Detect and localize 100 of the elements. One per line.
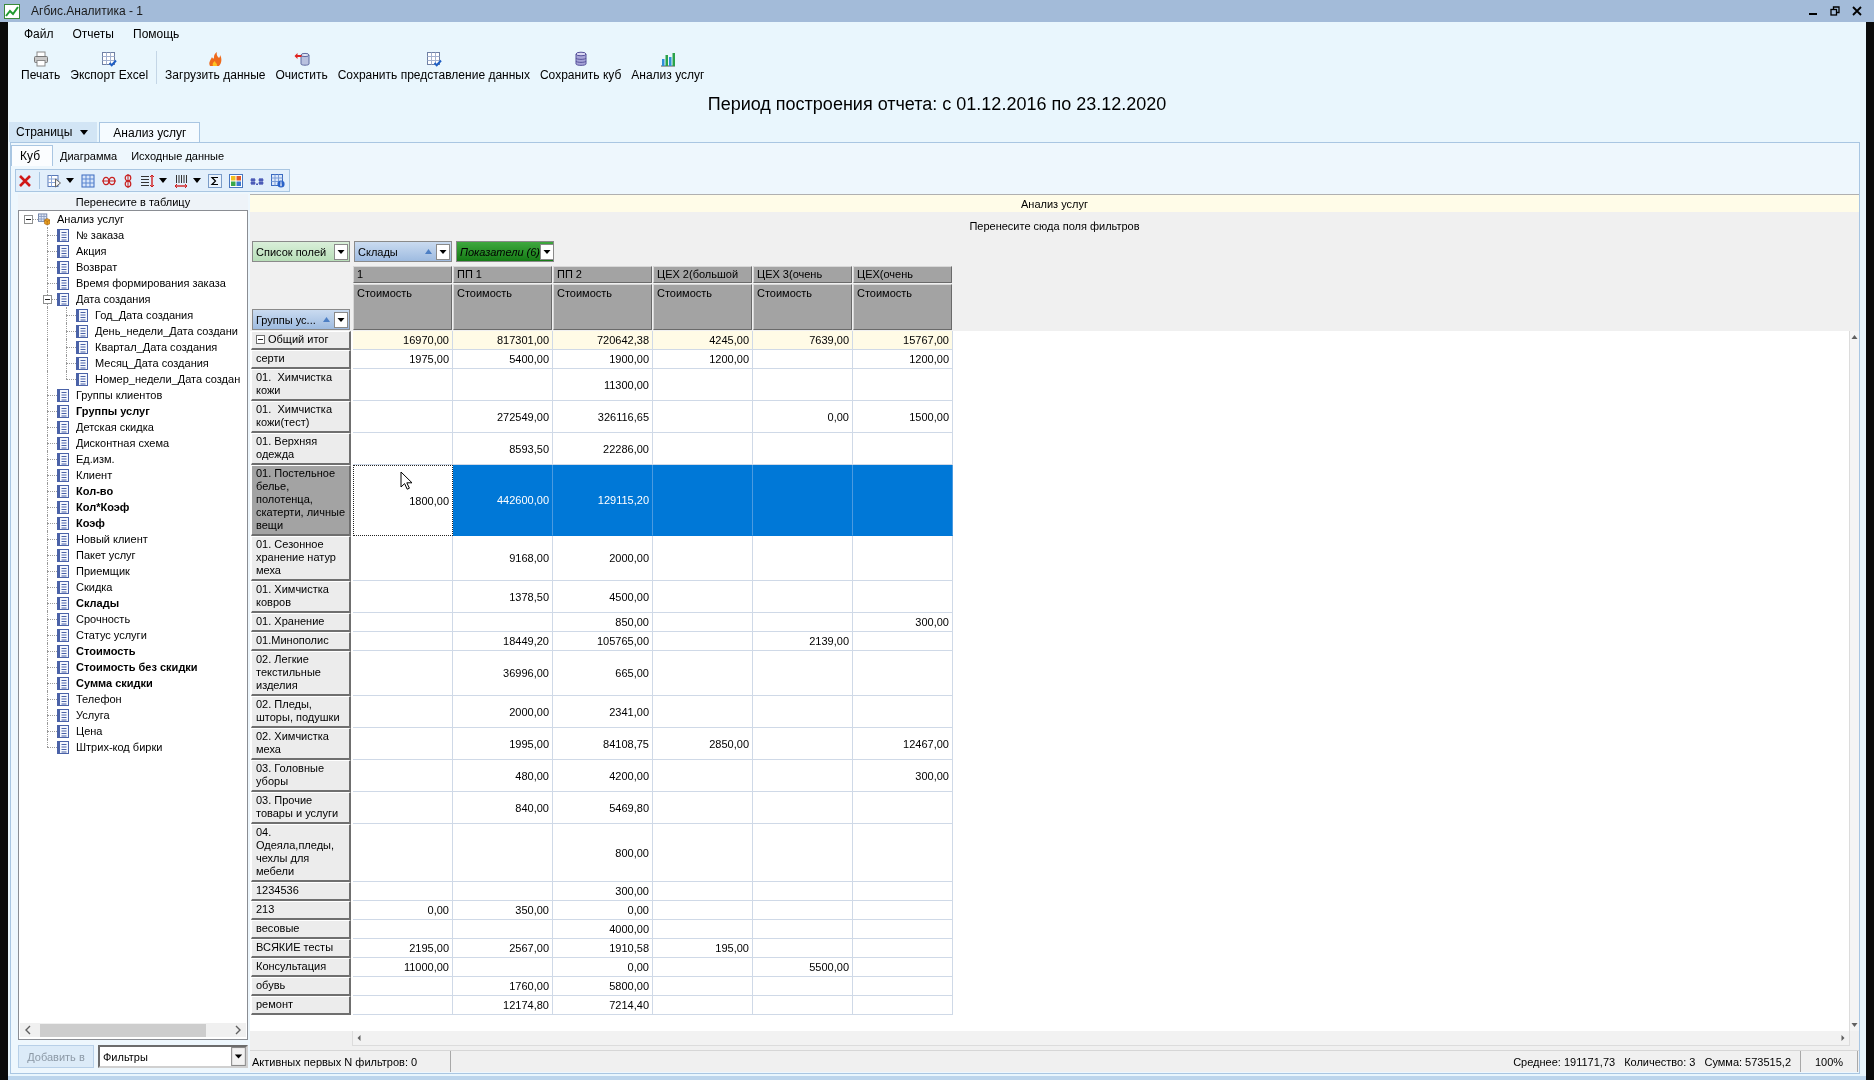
dropdown-icon[interactable] [231, 1047, 246, 1066]
document-icon [57, 484, 69, 498]
tree-item[interactable]: Телефон [76, 693, 122, 705]
table-cell: 1910,58 [553, 939, 653, 958]
tree-item[interactable]: Кол-во [76, 485, 114, 497]
scrollbar-thumb[interactable] [40, 1023, 206, 1037]
target-area-dropdown[interactable]: Фильтры [98, 1045, 248, 1068]
tree-item[interactable]: Стоимость без скидки [76, 661, 198, 673]
document-icon [76, 324, 88, 338]
caret-icon[interactable] [66, 178, 74, 183]
menu-item[interactable]: Отчеты [66, 27, 120, 41]
x-mark-icon[interactable] [18, 173, 32, 188]
document-icon [57, 292, 69, 306]
menu-item[interactable]: Файл [18, 27, 60, 41]
tree-item[interactable]: Статус услуги [76, 629, 147, 641]
tree-item[interactable]: Цена [76, 725, 103, 737]
sigma-icon[interactable] [208, 173, 222, 188]
report-period-title: Период построения отчета: с 01.12.2016 по 23.12.2020 [707, 94, 1167, 115]
table-cell: 350,00 [453, 901, 553, 920]
tree-item[interactable]: Дата создания [76, 293, 151, 305]
split-circles-icon[interactable] [123, 173, 133, 188]
table-cell: 18449,20 [453, 632, 553, 651]
tree-item[interactable]: День_недели_Дата создани [95, 325, 238, 337]
tree-item[interactable]: Срочность [76, 613, 131, 625]
dropdown-icon[interactable] [436, 243, 450, 260]
page-tab[interactable]: Анализ услуг [99, 122, 201, 142]
field-button[interactable]: Список полей [252, 241, 350, 262]
tree-item[interactable]: Год_Дата создания [95, 309, 194, 321]
tree-item[interactable]: Анализ услуг [57, 213, 124, 225]
row-header: 01. Верхняя одежда [251, 433, 351, 465]
tree-item[interactable]: Скидка [76, 581, 113, 593]
view-tab[interactable]: Диаграмма [53, 145, 125, 166]
menu-item[interactable]: Помощь [127, 27, 186, 41]
toolbar-button[interactable]: Анализ услуг [626, 50, 710, 82]
view-tab[interactable]: Куб [11, 145, 53, 166]
document-icon [57, 436, 69, 450]
tree-item[interactable]: Ед.изм. [76, 453, 115, 465]
field-button[interactable]: Группы ус... [252, 309, 350, 330]
caret-icon[interactable] [159, 178, 167, 183]
rows-arrow-icon[interactable] [140, 173, 154, 188]
tree-item[interactable]: Штрих-код бирки [76, 741, 163, 753]
color-grid-icon[interactable] [229, 173, 243, 188]
grid-icon[interactable] [81, 173, 95, 188]
field-button[interactable]: Показатели (6) [456, 241, 554, 262]
table-cell: 1995,00 [453, 728, 553, 760]
collapse-icon[interactable] [256, 335, 265, 344]
grid-info-icon[interactable] [271, 173, 285, 188]
tree-item[interactable]: Новый клиент [76, 533, 148, 545]
tree-item[interactable]: Возврат [76, 261, 118, 273]
collapse-icon[interactable] [43, 294, 52, 304]
pages-menu-button[interactable]: Страницы [9, 122, 98, 142]
tree-item[interactable]: Склады [76, 597, 120, 609]
dropdown-icon[interactable] [334, 311, 348, 328]
toolbar-button[interactable]: Загрузить данные [160, 50, 271, 82]
dropdown-icon[interactable] [334, 243, 348, 260]
tree-item[interactable]: № заказа [76, 229, 125, 241]
measure-header: Стоимость [853, 284, 952, 330]
tree-item[interactable]: Время формирования заказа [76, 277, 226, 289]
table-cell: 8593,50 [453, 433, 553, 465]
toolbar-button[interactable]: Печать [16, 50, 66, 82]
document-icon [57, 548, 69, 562]
toolbar-button[interactable]: Очистить [270, 50, 333, 82]
tree-item[interactable]: Клиент [76, 469, 113, 481]
collapse-icon[interactable] [24, 214, 33, 224]
tree-item[interactable]: Группы клиентов [76, 389, 163, 401]
toolbar-button[interactable]: Экспорт Excel [65, 50, 154, 82]
document-icon [57, 724, 69, 738]
table-arrow-icon[interactable] [47, 173, 61, 188]
columns-arrow-icon[interactable] [174, 173, 188, 188]
tree-item[interactable]: Квартал_Дата создания [95, 341, 218, 353]
tree-item[interactable]: Коэф [76, 517, 105, 529]
row-header: 01. Химчистка ковров [251, 581, 351, 613]
toolbar-button[interactable]: Сохранить куб [534, 50, 627, 82]
document-icon [57, 596, 69, 610]
tree-item[interactable]: Пакет услуг [76, 549, 136, 561]
tree-item[interactable]: Детская скидка [76, 421, 154, 433]
table-cell: 16970,00 [353, 331, 453, 350]
tree-item[interactable]: Номер_недели_Дата создан [95, 373, 241, 385]
caret-icon[interactable] [193, 178, 201, 183]
tree-item[interactable]: Месяц_Дата создания [95, 357, 209, 369]
horizontal-scrollbar[interactable] [352, 1031, 1850, 1046]
field-button[interactable]: Склады [354, 241, 452, 262]
restore-icon[interactable] [1830, 6, 1840, 16]
toolbar-button[interactable]: Сохранить представление данных [332, 50, 535, 82]
tree-item[interactable]: Дисконтная схема [76, 437, 170, 449]
tree-item[interactable]: Акция [76, 245, 107, 257]
horizontal-scrollbar[interactable] [20, 1023, 246, 1037]
tree-item[interactable]: Стоимость [76, 645, 136, 657]
dropdown-icon[interactable] [540, 243, 554, 260]
table-cell: 326116,65 [553, 401, 653, 433]
view-tab[interactable]: Исходные данные [124, 145, 232, 166]
document-icon [76, 340, 88, 354]
table-cell: 272549,00 [453, 401, 553, 433]
tree-item[interactable]: Приемщик [76, 565, 130, 577]
vertical-scrollbar[interactable] [1849, 331, 1859, 1031]
tree-item[interactable]: Услуга [76, 709, 110, 721]
tree-item[interactable]: Группы услуг [76, 405, 150, 417]
tree-item[interactable]: Кол*Коэф [76, 501, 130, 513]
tree-item[interactable]: Сумма скидки [76, 677, 153, 689]
close-icon[interactable] [1852, 6, 1862, 16]
